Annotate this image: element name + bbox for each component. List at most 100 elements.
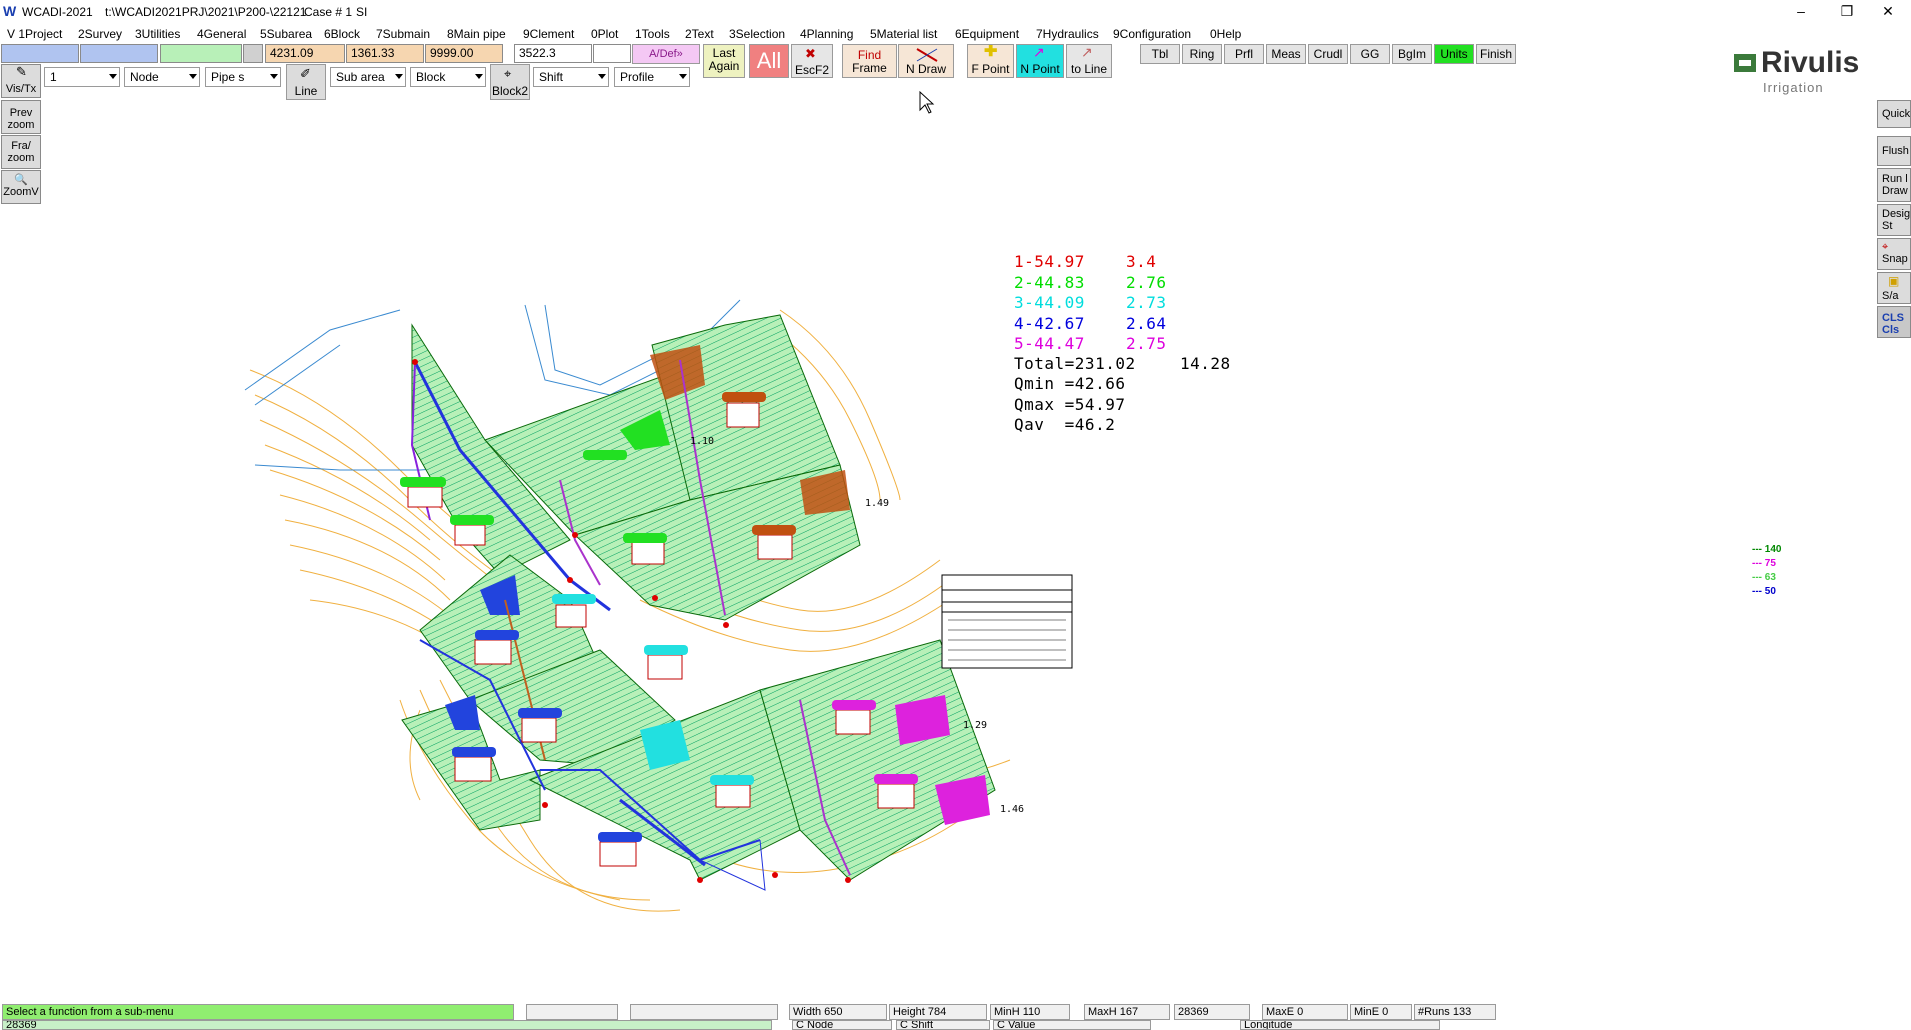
all-button[interactable]: All [749,44,789,78]
finish-button[interactable]: Finish [1476,44,1516,64]
menu-configuration[interactable]: 9Configuration [1113,27,1191,41]
escf2-button[interactable]: ✖ EscF2 [791,44,833,78]
minimize-button[interactable]: – [1778,0,1824,24]
pipe-combo-value: Pipe s [211,70,245,84]
menu-plot[interactable]: 0Plot [591,27,618,41]
menu-equipment[interactable]: 6Equipment [955,27,1019,41]
menu-subarea[interactable]: 5Subarea [260,27,312,41]
valve-labels [407,402,915,867]
map-label-1: 1.49 [865,498,890,509]
node-combo[interactable]: Node [124,67,200,87]
menu-block[interactable]: 6Block [324,27,360,41]
blank-input[interactable] [593,44,631,63]
n-point-button[interactable]: ↗ N Point [1016,44,1064,78]
units-button[interactable]: Units [1434,44,1474,64]
menu-submain[interactable]: 7Submain [376,27,430,41]
menu-planning[interactable]: 4Planning [800,27,853,41]
total-flow-value: 14.28 [1180,354,1231,373]
snap-icon: ⌖ [1882,241,1889,253]
flush-button[interactable]: Flush [1877,136,1911,166]
menu-utilities[interactable]: 3Utilities [135,27,180,41]
frame-zoom-line1: Fra/ [11,140,31,152]
level-combo[interactable]: 1 [44,67,120,87]
irrigation-blocks [401,314,996,881]
map-label-2: 1.29 [963,720,988,731]
block2-button[interactable]: ⌖ Block2 [490,64,530,100]
menu-hydraulics[interactable]: 7Hydraulics [1036,27,1099,41]
menu-text[interactable]: 2Text [685,27,714,41]
map-label-3: 1.46 [1000,804,1025,815]
qmin-value: Qmin =42.66 [1014,374,1126,393]
status-runs: #Runs 133 [1414,1004,1496,1020]
quick-button[interactable]: Quick [1877,100,1911,128]
pressure-legend-label: 63 [1764,572,1776,583]
to-line-button[interactable]: ↗ to Line [1066,44,1112,78]
frame-zoom-button[interactable]: Fra/ zoom [1,135,41,169]
block-combo[interactable]: Block [410,67,486,87]
menu-help[interactable]: 0Help [1210,27,1241,41]
drawing-canvas[interactable] [0,0,1911,1030]
menu-selection[interactable]: 3Selection [729,27,785,41]
f-point-button[interactable]: ✚ F Point [967,44,1014,78]
gg-button[interactable]: GG [1350,44,1390,64]
close-button[interactable]: ✕ [1865,0,1911,24]
ring-button[interactable]: Ring [1182,44,1222,64]
meas-button[interactable]: Meas [1266,44,1306,64]
prfl-button[interactable]: Prfl [1224,44,1264,64]
adef-button[interactable]: A/Def» [632,44,700,64]
menu-project[interactable]: V 1Project [7,27,62,41]
bgim-button[interactable]: BgIm [1392,44,1432,64]
pressure-legend-item: --- 63 [1752,572,1776,583]
status-longitude: Longitude [1240,1020,1440,1030]
restore-button[interactable]: ❐ [1824,0,1870,24]
legend-dash: --- [1752,558,1765,569]
menu-general[interactable]: 4General [197,27,246,41]
to-line-label: to Line [1070,62,1108,76]
run-draw-line1: Run l [1882,173,1908,185]
coord-z-field: 9999.00 [425,44,503,63]
case-label: Case # 1 [304,5,353,19]
status-field-3 [160,44,242,63]
vis-tx-button[interactable]: ✎ Vis/Tx [1,64,41,98]
shift-combo[interactable]: Shift [533,67,609,87]
coord-value-field[interactable]: 3522.3 [514,44,592,63]
menu-tools[interactable]: 1Tools [635,27,670,41]
line-label: Line [294,84,318,98]
pipe-combo[interactable]: Pipe s [205,67,281,87]
run-draw-button[interactable]: Run l Draw [1877,168,1911,202]
last-again-button[interactable]: Last Again [703,44,745,78]
to-line-icon: ↗ [1081,44,1093,60]
menu-main-pipe[interactable]: 8Main pipe [447,27,506,41]
sa-icon: ▣ [1888,274,1900,288]
status-field-1 [1,44,79,63]
sa-label: S/a [1882,290,1899,302]
snap-button[interactable]: ⌖ Snap [1877,238,1911,270]
sa-button[interactable]: ▣ S/a [1877,272,1911,304]
profile-combo[interactable]: Profile [614,67,690,87]
vis-tx-label: Vis/Tx [5,83,37,95]
cls-button[interactable]: CLS Cls [1877,306,1911,338]
find-frame-button[interactable]: Find Frame [842,44,897,78]
line-button[interactable]: ✐ Line [286,64,326,100]
n-draw-button[interactable]: N Draw [898,44,954,78]
design-st-button[interactable]: Desig St [1877,204,1911,236]
mouse-cursor-icon [919,90,935,114]
status-mine: MinE 0 [1350,1004,1412,1020]
prev-zoom-line2: zoom [7,119,35,131]
tbl-button[interactable]: Tbl [1140,44,1180,64]
pressure-legend-label: 50 [1764,586,1776,597]
pipe-nodes [412,359,851,883]
arrow-point-icon: ↗ [1033,44,1045,60]
menu-material-list[interactable]: 5Material list [870,27,937,41]
level-combo-value: 1 [50,70,57,84]
menu-clement[interactable]: 9Clement [523,27,574,41]
prev-zoom-button[interactable]: Prev zoom [1,100,41,134]
zoomv-button[interactable]: 🔍 ZoomV [1,170,41,204]
f-point-label: F Point [971,62,1010,76]
block2-label: Block2 [491,84,529,98]
menu-survey[interactable]: 2Survey [78,27,122,41]
profile-combo-value: Profile [620,70,655,84]
vis-tx-icon: ✎ [16,64,27,79]
crudl-button[interactable]: Crudl [1308,44,1348,64]
subarea-combo[interactable]: Sub area [330,67,406,87]
